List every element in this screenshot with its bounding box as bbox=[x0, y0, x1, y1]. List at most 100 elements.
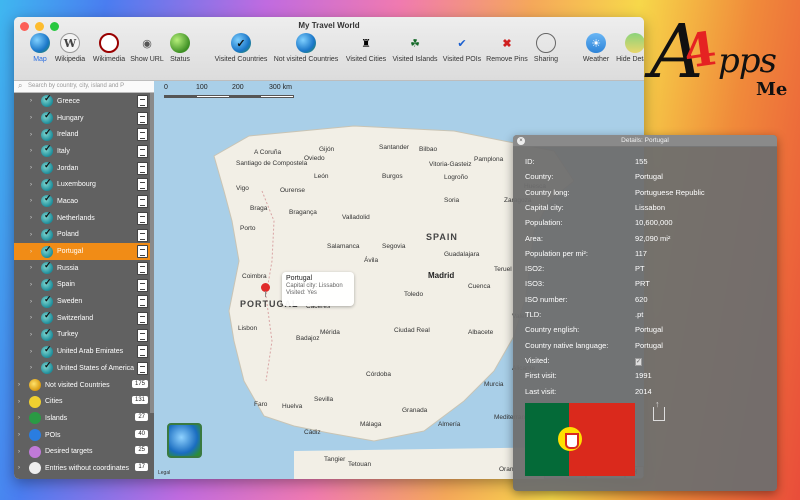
visited-country-icon bbox=[41, 127, 53, 141]
visited-country-icon bbox=[41, 344, 53, 358]
notes-icon[interactable] bbox=[137, 95, 148, 108]
notes-icon[interactable] bbox=[137, 311, 148, 325]
sidebar-item-turkey[interactable]: › Turkey bbox=[14, 327, 154, 344]
map-place-label: Ourense bbox=[280, 187, 305, 194]
chevron-right-icon[interactable]: › bbox=[30, 282, 38, 288]
chevron-right-icon[interactable]: › bbox=[30, 215, 38, 221]
sidebar-item-united-arab-emirates[interactable]: › United Arab Emirates bbox=[14, 343, 154, 360]
sidebar-category-islands[interactable]: › Islands 27 bbox=[14, 410, 154, 427]
notes-icon[interactable] bbox=[137, 362, 148, 375]
sidebar-item-netherlands[interactable]: › Netherlands bbox=[14, 210, 154, 227]
not-visited-countries-icon bbox=[296, 33, 316, 53]
detail-key: First visit: bbox=[525, 371, 557, 381]
visited-checkbox[interactable]: ✓ bbox=[635, 357, 643, 366]
sidebar-item-label: United States of America bbox=[57, 364, 135, 372]
map-place-label: Braga bbox=[250, 205, 268, 212]
notes-icon[interactable] bbox=[137, 261, 148, 275]
chevron-right-icon[interactable]: › bbox=[18, 382, 26, 388]
notes-icon[interactable] bbox=[137, 145, 148, 159]
visited-pois-icon: ✔ bbox=[457, 37, 467, 50]
chevron-right-icon[interactable]: › bbox=[18, 399, 26, 405]
sidebar-item-greece[interactable]: › Greece bbox=[14, 93, 154, 110]
notes-icon[interactable] bbox=[137, 228, 148, 242]
sidebar-category-pois[interactable]: › POIs 40 bbox=[14, 427, 154, 444]
sidebar-category-entries-without-coordinates[interactable]: › Entries without coordinates 17 bbox=[14, 460, 154, 477]
notes-icon[interactable] bbox=[137, 211, 148, 225]
toolbar-visited-countries-button[interactable]: ✓ Visited Countries bbox=[206, 33, 276, 63]
sidebar-category-desired-targets[interactable]: › Desired targets 25 bbox=[14, 443, 154, 460]
map-pin-icon[interactable] bbox=[261, 283, 270, 297]
chevron-right-icon[interactable]: › bbox=[18, 432, 26, 438]
chevron-right-icon[interactable]: › bbox=[30, 132, 38, 138]
chevron-right-icon[interactable]: › bbox=[30, 98, 38, 104]
notes-icon[interactable] bbox=[137, 295, 148, 309]
notes-icon[interactable] bbox=[137, 111, 148, 125]
chevron-right-icon[interactable]: › bbox=[30, 349, 38, 355]
visited-country-icon bbox=[41, 193, 53, 208]
notes-icon[interactable] bbox=[137, 328, 148, 342]
toolbar-hide-details-button[interactable]: Hide Details bbox=[600, 33, 644, 63]
sidebar-category-cities[interactable]: › Cities 131 bbox=[14, 393, 154, 410]
map-popup[interactable]: Portugal Capital city: Lissabon Visited:… bbox=[282, 272, 354, 306]
chevron-right-icon[interactable]: › bbox=[30, 249, 38, 255]
map-place-label: Madrid bbox=[428, 271, 455, 280]
sidebar-item-poland[interactable]: › Poland bbox=[14, 227, 154, 244]
notes-icon[interactable] bbox=[137, 278, 148, 292]
chevron-right-icon[interactable]: › bbox=[30, 182, 38, 188]
sidebar-item-switzerland[interactable]: › Switzerland bbox=[14, 310, 154, 327]
search-input[interactable]: Search by country, city, island and P bbox=[14, 81, 154, 93]
legal-link[interactable]: Legal bbox=[158, 470, 170, 476]
sidebar-item-luxembourg[interactable]: › Luxembourg bbox=[14, 176, 154, 193]
chevron-right-icon[interactable]: › bbox=[30, 232, 38, 238]
sidebar-item-label: Greece bbox=[57, 97, 80, 105]
sidebar-item-macao[interactable]: › Macao bbox=[14, 193, 154, 210]
sidebar-item-italy[interactable]: › Italy bbox=[14, 143, 154, 160]
chevron-right-icon[interactable]: › bbox=[30, 315, 38, 321]
sidebar-item-united-states-of-america[interactable]: › United States of America bbox=[14, 360, 154, 377]
sidebar-item-ireland[interactable]: › Ireland bbox=[14, 126, 154, 143]
chevron-right-icon[interactable]: › bbox=[18, 449, 26, 455]
sidebar-item-spain[interactable]: › Spain bbox=[14, 277, 154, 294]
share-icon[interactable] bbox=[653, 399, 665, 421]
chevron-right-icon[interactable]: › bbox=[30, 198, 38, 204]
sidebar-item-jordan[interactable]: › Jordan bbox=[14, 160, 154, 177]
sidebar-item-russia[interactable]: › Russia bbox=[14, 260, 154, 277]
notes-icon[interactable] bbox=[137, 245, 148, 259]
chevron-right-icon[interactable]: › bbox=[30, 115, 38, 121]
detail-row: First visit: 1991 bbox=[525, 371, 765, 380]
sidebar-item-label: Switzerland bbox=[57, 314, 94, 322]
detail-key: Country: bbox=[525, 172, 554, 182]
detail-value: 10,600,000 bbox=[635, 218, 673, 228]
map-place-label: Granada bbox=[402, 407, 428, 414]
chevron-right-icon[interactable]: › bbox=[18, 415, 26, 421]
chevron-right-icon[interactable]: › bbox=[30, 332, 38, 338]
notes-icon[interactable] bbox=[137, 195, 148, 209]
chevron-right-icon[interactable]: › bbox=[30, 299, 38, 305]
sidebar-category-not-visited-countries[interactable]: › Not visited Countries 175 bbox=[14, 377, 154, 394]
chevron-right-icon[interactable]: › bbox=[30, 365, 38, 371]
notes-icon[interactable] bbox=[137, 161, 148, 175]
visited-country-icon bbox=[41, 160, 53, 175]
chevron-right-icon[interactable]: › bbox=[30, 148, 38, 154]
detail-value: 2014 bbox=[635, 386, 652, 396]
sidebar-item-portugal[interactable]: › Portugal bbox=[14, 243, 154, 260]
close-icon[interactable]: × bbox=[517, 137, 525, 145]
globe-view-icon[interactable] bbox=[167, 423, 202, 458]
map-place-label: Córdoba bbox=[366, 371, 391, 378]
map-place-label: Vitoria-Gasteiz bbox=[429, 161, 472, 168]
sidebar-item-hungary[interactable]: › Hungary bbox=[14, 110, 154, 127]
map-place-label: Santiago de Compostela bbox=[236, 160, 308, 167]
category-icon bbox=[29, 395, 41, 408]
notes-icon[interactable] bbox=[137, 128, 148, 142]
chevron-right-icon[interactable]: › bbox=[30, 165, 38, 171]
scale-label: 100 bbox=[196, 84, 208, 91]
notes-icon[interactable] bbox=[137, 178, 148, 192]
detail-key: Capital city: bbox=[525, 202, 564, 212]
chevron-right-icon[interactable]: › bbox=[18, 465, 26, 471]
sidebar-item-sweden[interactable]: › Sweden bbox=[14, 293, 154, 310]
toolbar-label: Visited Countries bbox=[214, 56, 268, 63]
chevron-right-icon[interactable]: › bbox=[30, 265, 38, 271]
toolbar-status-button[interactable]: Status bbox=[145, 33, 215, 63]
notes-icon[interactable] bbox=[137, 345, 148, 359]
map-place-label: Málaga bbox=[360, 421, 382, 428]
